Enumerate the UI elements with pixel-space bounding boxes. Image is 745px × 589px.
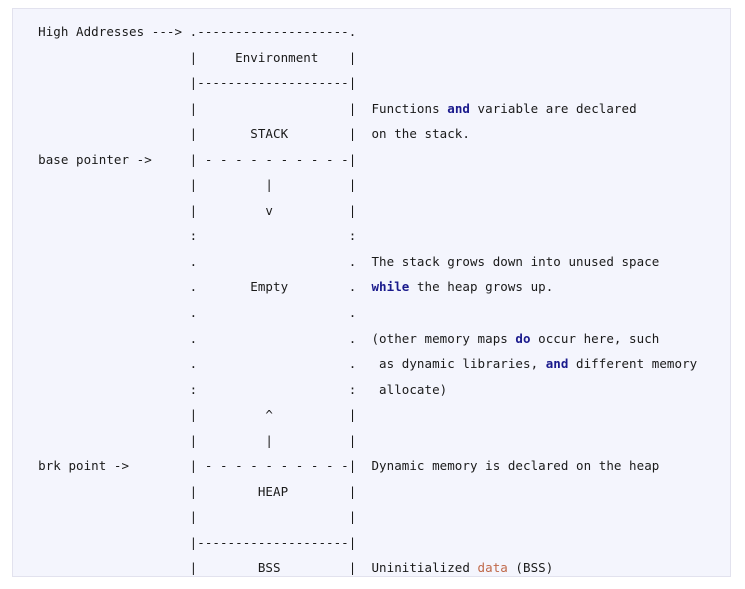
line-high-addresses: High Addresses ---> .-------------------…: [23, 24, 357, 39]
code-block-container: High Addresses ---> .-------------------…: [12, 8, 731, 577]
line-heap-arrow-shaft: | | |: [23, 432, 357, 448]
keyword-do: do: [515, 330, 531, 346]
line-empty-dot-4: . . as dynamic libraries, and different …: [23, 356, 698, 372]
line-heap-body: | |: [23, 509, 357, 525]
line-heap-label: | HEAP |: [23, 483, 357, 499]
identifier-data-1: data: [477, 560, 508, 576]
line-divider-env-stack: |--------------------|: [23, 75, 357, 91]
line-empty-colon-bottom: : : allocate): [23, 381, 448, 397]
line-brk-point: brk point -> | - - - - - - - - - -| Dyna…: [23, 458, 660, 474]
line-empty-colon-top: : :: [23, 228, 357, 244]
line-environment: | Environment |: [23, 49, 357, 65]
line-empty-dot-3: . . (other memory maps do occur here, su…: [23, 330, 660, 346]
line-empty-dot-2: . .: [23, 305, 357, 321]
line-divider-heap-bss: |--------------------|: [23, 534, 357, 550]
line-bss-label: | BSS | Uninitialized data (BSS): [23, 560, 554, 576]
line-stack-label: | STACK | on the stack.: [23, 126, 470, 142]
line-empty-label: . Empty . while the heap grows up.: [23, 279, 554, 295]
line-stack-top: | | Functions and variable are declared: [23, 100, 637, 116]
keyword-and-2: and: [545, 356, 569, 372]
line-base-pointer: base pointer -> | - - - - - - - - - -|: [23, 151, 357, 167]
keyword-and-1: and: [447, 100, 470, 116]
line-stack-arrow-shaft: | | |: [23, 177, 357, 193]
ascii-memory-layout-diagram: High Addresses ---> .-------------------…: [13, 9, 730, 576]
line-empty-dot-1: . . The stack grows down into unused spa…: [23, 253, 660, 269]
keyword-while: while: [371, 279, 410, 295]
line-heap-arrow-head: | ^ |: [23, 407, 357, 423]
line-stack-arrow-head: | v |: [23, 202, 357, 218]
